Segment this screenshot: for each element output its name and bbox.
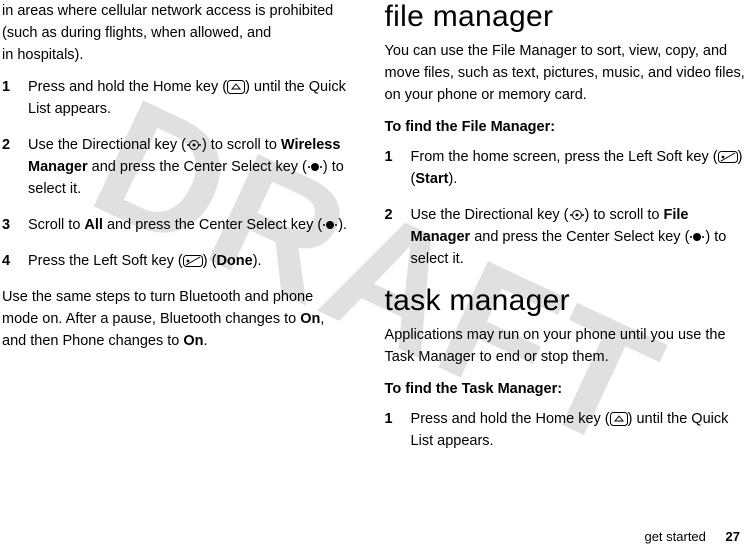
left-soft-key-icon	[183, 255, 203, 267]
file-manager-lead: To find the File Manager:	[385, 116, 746, 138]
footer-section: get started	[644, 529, 705, 544]
center-select-key-icon	[307, 160, 323, 174]
left-soft-key-icon	[718, 151, 738, 163]
list-item: 4 Press the Left Soft key () (Done).	[2, 250, 349, 272]
left-outro: Use the same steps to turn Bluetooth and…	[2, 286, 349, 352]
center-select-key-icon	[322, 218, 338, 232]
home-key-icon	[610, 412, 628, 426]
home-key-icon	[227, 80, 245, 94]
page-footer: get started 27	[644, 529, 740, 544]
list-item: 2 Use the Directional key () to scroll t…	[2, 134, 349, 200]
directional-key-icon	[569, 208, 585, 222]
left-intro: in areas where cellular network access i…	[2, 0, 349, 66]
file-manager-heading: file manager	[385, 0, 746, 34]
list-item: 2 Use the Directional key () to scroll t…	[385, 204, 746, 270]
list-item: 3 Scroll to All and press the Center Sel…	[2, 214, 349, 236]
task-manager-intro: Applications may run on your phone until…	[385, 324, 746, 368]
file-manager-intro: You can use the File Manager to sort, vi…	[385, 40, 746, 106]
center-select-key-icon	[689, 230, 705, 244]
list-item: 1 Press and hold the Home key () until t…	[385, 408, 746, 452]
task-manager-lead: To find the Task Manager:	[385, 378, 746, 400]
file-manager-steps: 1 From the home screen, press the Left S…	[385, 146, 746, 270]
right-column: file manager You can use the File Manage…	[367, 0, 746, 466]
footer-page-number: 27	[726, 529, 740, 544]
list-item: 1 Press and hold the Home key () until t…	[2, 76, 349, 120]
list-item: 1 From the home screen, press the Left S…	[385, 146, 746, 190]
directional-key-icon	[186, 138, 202, 152]
left-column: in areas where cellular network access i…	[2, 0, 367, 466]
left-steps: 1 Press and hold the Home key () until t…	[2, 76, 349, 272]
task-manager-steps: 1 Press and hold the Home key () until t…	[385, 408, 746, 452]
page-content: in areas where cellular network access i…	[0, 0, 756, 466]
task-manager-heading: task manager	[385, 284, 746, 318]
